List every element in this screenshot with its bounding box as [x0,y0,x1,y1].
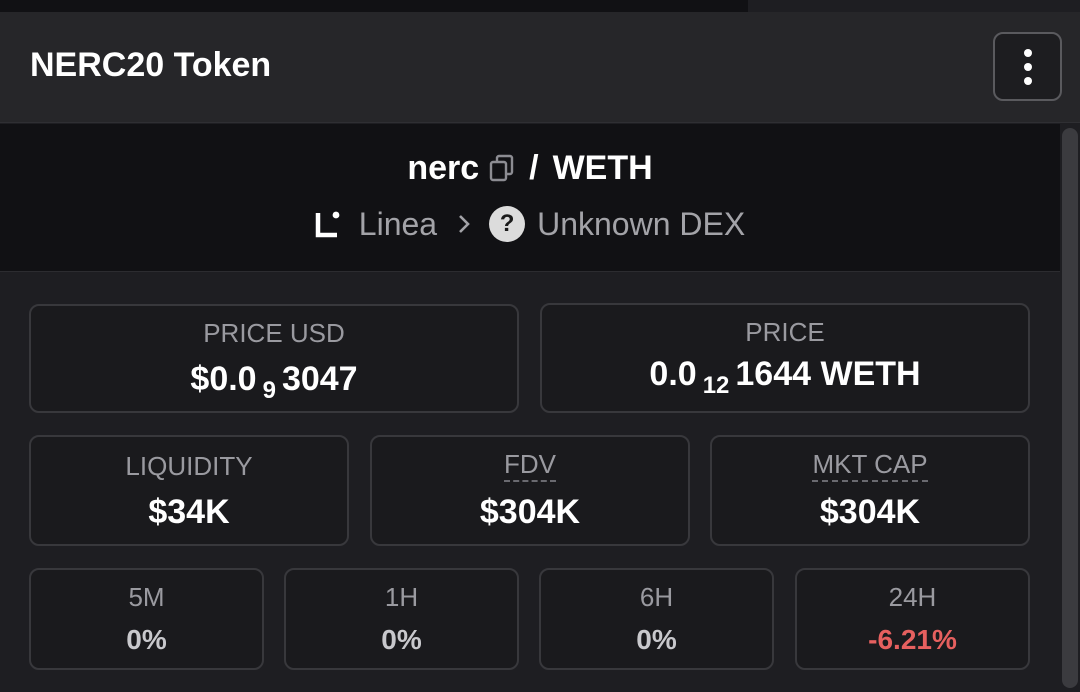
header: NERC20 Token [0,12,1080,123]
chain-dex-line: Linea ? Unknown DEX [0,204,1060,244]
fdv-label-wrap: FDV [372,449,688,482]
price-native-zero-count: 12 [702,372,730,399]
market-cap-label[interactable]: MKT CAP [812,449,928,482]
price-native-card: PRICE 0.0 12 1644 WETH [540,303,1030,413]
price-native-digits: 1644 WETH [735,355,921,393]
price-usd-digits: 3047 [281,360,358,398]
fdv-card[interactable]: FDV $304K [370,435,690,546]
page-title: NERC20 Token [30,46,272,84]
top-strip [0,0,1080,12]
price-native-value: 0.0 12 1644 WETH [542,355,1028,399]
more-options-button[interactable] [993,32,1062,101]
change-label: 1H [384,582,419,612]
scrollbar[interactable] [1060,124,1080,692]
market-cap-value: $304K [819,493,921,531]
chain-name-link[interactable]: Linea [359,206,437,243]
pair-separator: / [529,148,539,187]
copy-icon[interactable] [489,154,515,182]
change-value: -6.21% [868,624,957,655]
chevron-right-icon [459,215,470,233]
kebab-dot [1023,62,1032,71]
change-label: 24H [888,582,937,612]
change-label: 6H [639,582,674,612]
price-usd-prefix: $0.0 [190,360,257,398]
liquidity-card: LIQUIDITY $34K [29,435,349,546]
pair-info: nerc / WETH Linea ? Unknown DEX [0,124,1060,272]
change-value: 0% [126,624,167,655]
base-token-symbol: nerc [407,148,480,187]
quote-token-symbol: WETH [552,148,653,187]
price-usd-zero-count: 9 [262,377,276,404]
price-usd-label: PRICE USD [203,318,345,348]
top-strip-bar [0,0,748,12]
pair-line: nerc / WETH [0,148,1060,188]
price-usd-value: $0.0 9 3047 [31,360,517,404]
scrollbar-thumb[interactable] [1062,128,1078,688]
change-label: 5M [128,582,165,612]
change-value: 0% [381,624,422,655]
linea-logo-icon [315,211,340,238]
market-cap-card[interactable]: MKT CAP $304K [710,435,1030,546]
fdv-label[interactable]: FDV [504,449,556,482]
change-tab-1h[interactable]: 1H 0% [284,568,519,670]
kebab-menu-icon [1023,48,1032,57]
market-cap-label-wrap: MKT CAP [712,449,1028,482]
change-tab-5m[interactable]: 5M 0% [29,568,264,670]
change-value: 0% [636,624,677,655]
price-native-label: PRICE [745,317,825,347]
fdv-value: $304K [479,493,581,531]
price-usd-card: PRICE USD $0.0 9 3047 [29,304,519,413]
kebab-dot [1023,76,1032,85]
change-tab-6h[interactable]: 6H 0% [539,568,774,670]
liquidity-value: $34K [148,493,230,531]
price-native-prefix: 0.0 [649,355,697,393]
liquidity-label: LIQUIDITY [125,451,253,481]
dex-name-link[interactable]: Unknown DEX [537,206,745,243]
change-tab-24h[interactable]: 24H -6.21% [795,568,1030,670]
question-icon: ? [489,206,526,242]
